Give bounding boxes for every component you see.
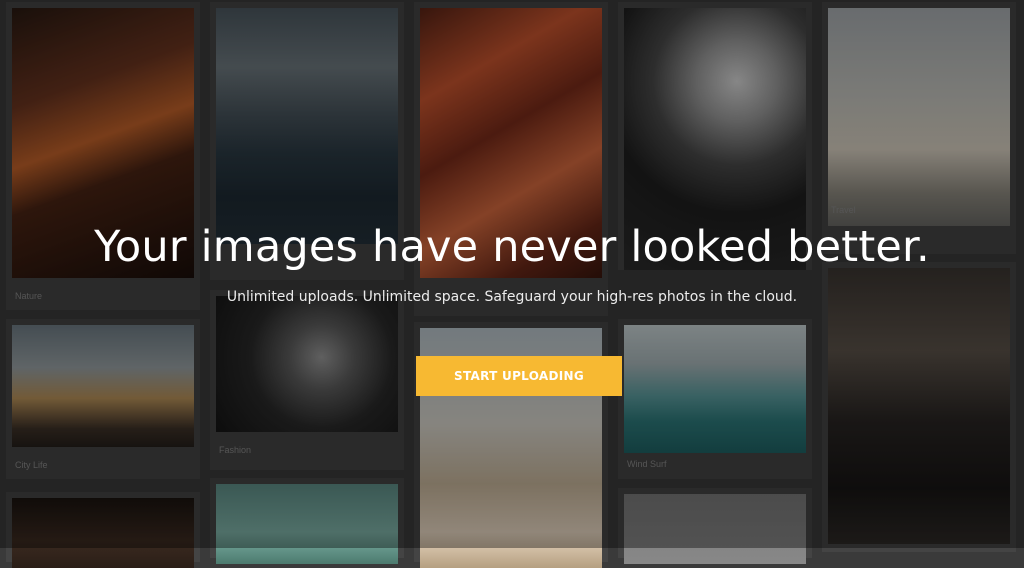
hero-subtitle: Unlimited uploads. Unlimited space. Safe… xyxy=(226,289,798,305)
hero-section: Your images have never looked better. Un… xyxy=(0,0,1024,548)
start-uploading-button[interactable]: START UPLOADING xyxy=(416,356,622,396)
hero-title: Your images have never looked better. xyxy=(94,222,930,272)
